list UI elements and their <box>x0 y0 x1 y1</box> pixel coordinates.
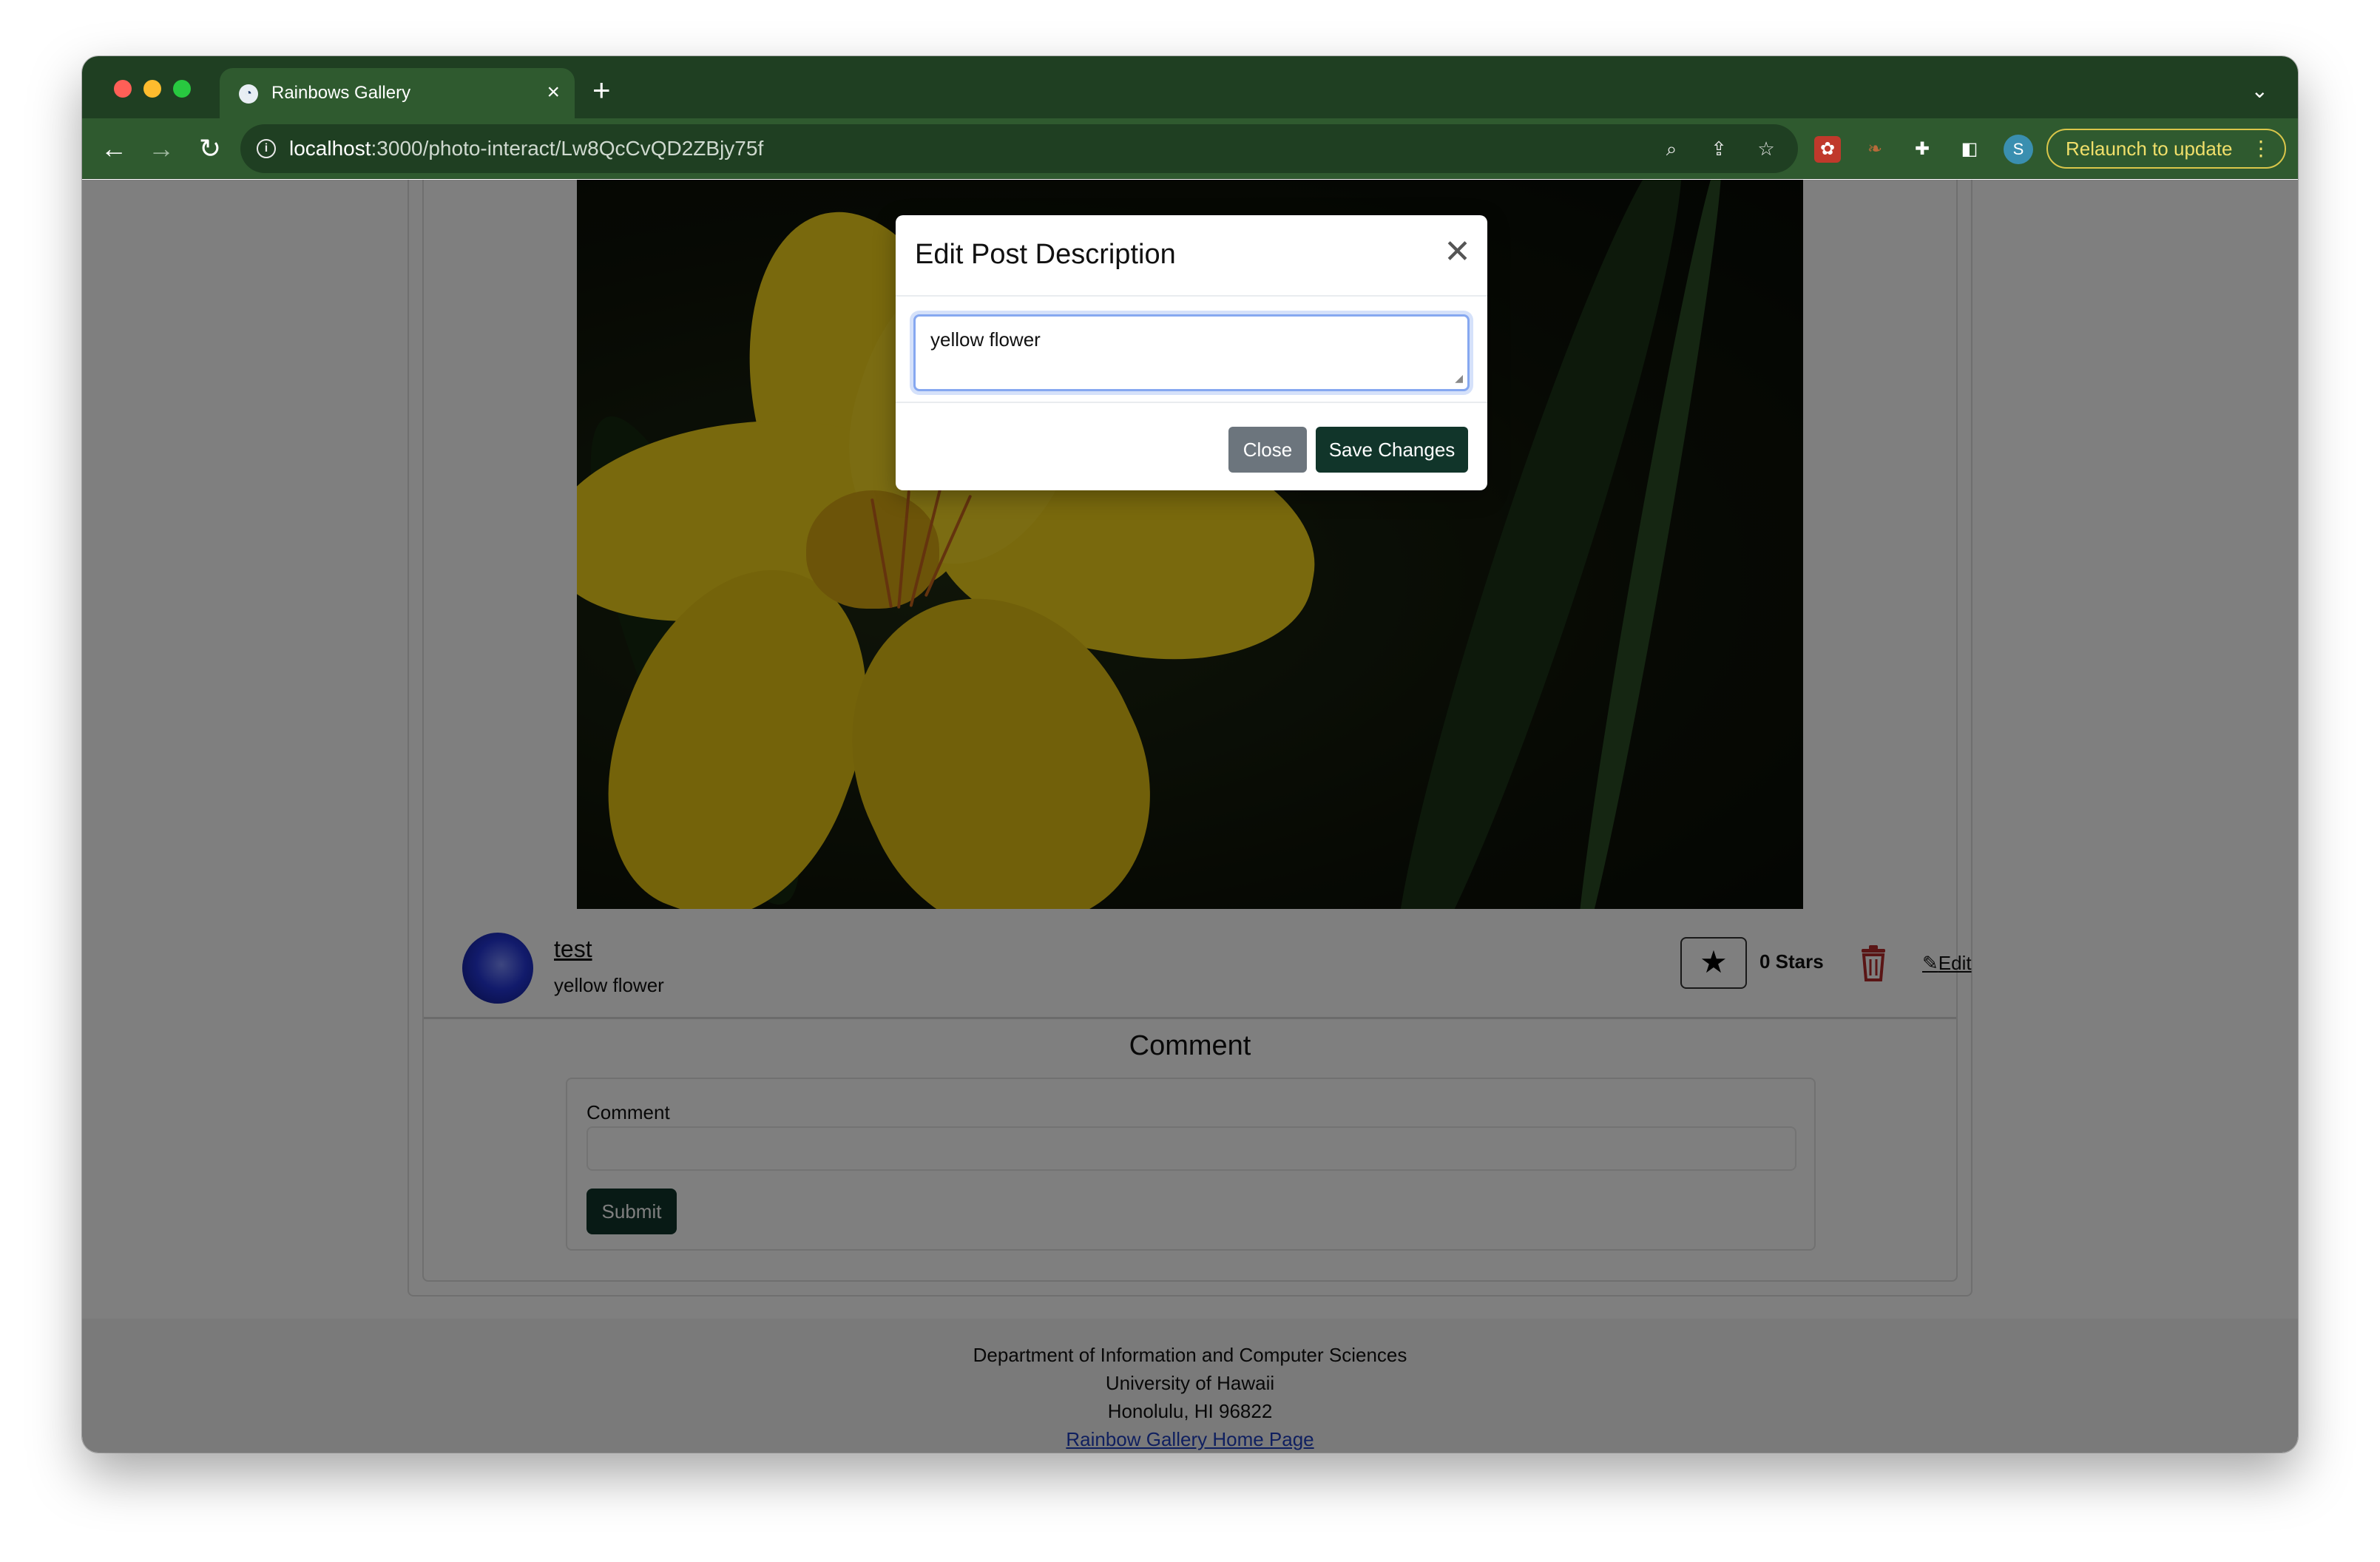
favicon-icon: ◔ <box>239 84 258 104</box>
save-changes-button[interactable]: Save Changes <box>1316 427 1468 473</box>
window-zoom-button[interactable] <box>173 80 191 98</box>
url-text[interactable]: localhost:3000/photo-interact/Lw8QcCvQD2… <box>289 137 763 160</box>
modal-footer: Close Save Changes <box>896 405 1487 490</box>
modal-title: Edit Post Description <box>915 239 1176 270</box>
tab-title: Rainbows Gallery <box>271 83 411 103</box>
description-textarea-value: yellow flower <box>930 328 1041 351</box>
new-tab-button[interactable]: + <box>592 75 611 106</box>
modal-header: Edit Post Description ✕ <box>896 215 1487 297</box>
page-viewport: test yellow flower ★ 0 Stars ✎Edit Comme… <box>82 180 2298 1453</box>
menu-dots-icon[interactable]: ⋮ <box>2251 130 2271 167</box>
zoom-icon[interactable]: ⌕ <box>1659 136 1684 161</box>
relaunch-button[interactable]: Relaunch to update ⋮ <box>2046 129 2286 169</box>
window-close-button[interactable] <box>114 80 132 98</box>
extensions-puzzle-icon[interactable]: ✚ <box>1909 136 1936 163</box>
tab-search-chevron-icon[interactable]: ⌄ <box>2251 78 2268 103</box>
relaunch-label: Relaunch to update <box>2066 138 2233 160</box>
extension-red-icon[interactable]: ✿ <box>1814 136 1841 163</box>
side-panel-icon[interactable]: ◧ <box>1956 136 1983 163</box>
back-arrow-icon[interactable]: ← <box>97 132 131 166</box>
close-button[interactable]: Close <box>1228 427 1307 473</box>
browser-window: ◔ Rainbows Gallery × + ⌄ ← → ↻ i localho… <box>82 56 2298 1453</box>
tab-close-icon[interactable]: × <box>547 80 560 105</box>
window-minimize-button[interactable] <box>143 80 161 98</box>
forward-arrow-icon[interactable]: → <box>144 132 178 166</box>
resize-handle-icon[interactable]: ◢ <box>1455 372 1463 385</box>
reload-icon[interactable]: ↻ <box>193 132 227 166</box>
modal-body: yellow flower ◢ <box>896 297 1487 403</box>
tab-strip: ◔ Rainbows Gallery × + ⌄ <box>82 56 2298 118</box>
site-info-icon[interactable]: i <box>257 139 276 158</box>
browser-toolbar: ← → ↻ i localhost:3000/photo-interact/Lw… <box>82 118 2298 179</box>
extension-brown-icon[interactable]: ❧ <box>1862 136 1888 163</box>
tab-rainbows-gallery[interactable]: ◔ Rainbows Gallery × <box>220 68 575 118</box>
address-bar[interactable]: i localhost:3000/photo-interact/Lw8QcCvQ… <box>240 124 1798 173</box>
description-textarea[interactable]: yellow flower ◢ <box>913 314 1470 391</box>
profile-avatar[interactable]: S <box>2004 135 2033 164</box>
share-icon[interactable]: ⇪ <box>1706 136 1731 161</box>
close-icon[interactable]: ✕ <box>1444 234 1471 270</box>
edit-description-modal: Edit Post Description ✕ yellow flower ◢ … <box>896 215 1487 490</box>
bookmark-star-icon[interactable]: ☆ <box>1754 136 1779 161</box>
